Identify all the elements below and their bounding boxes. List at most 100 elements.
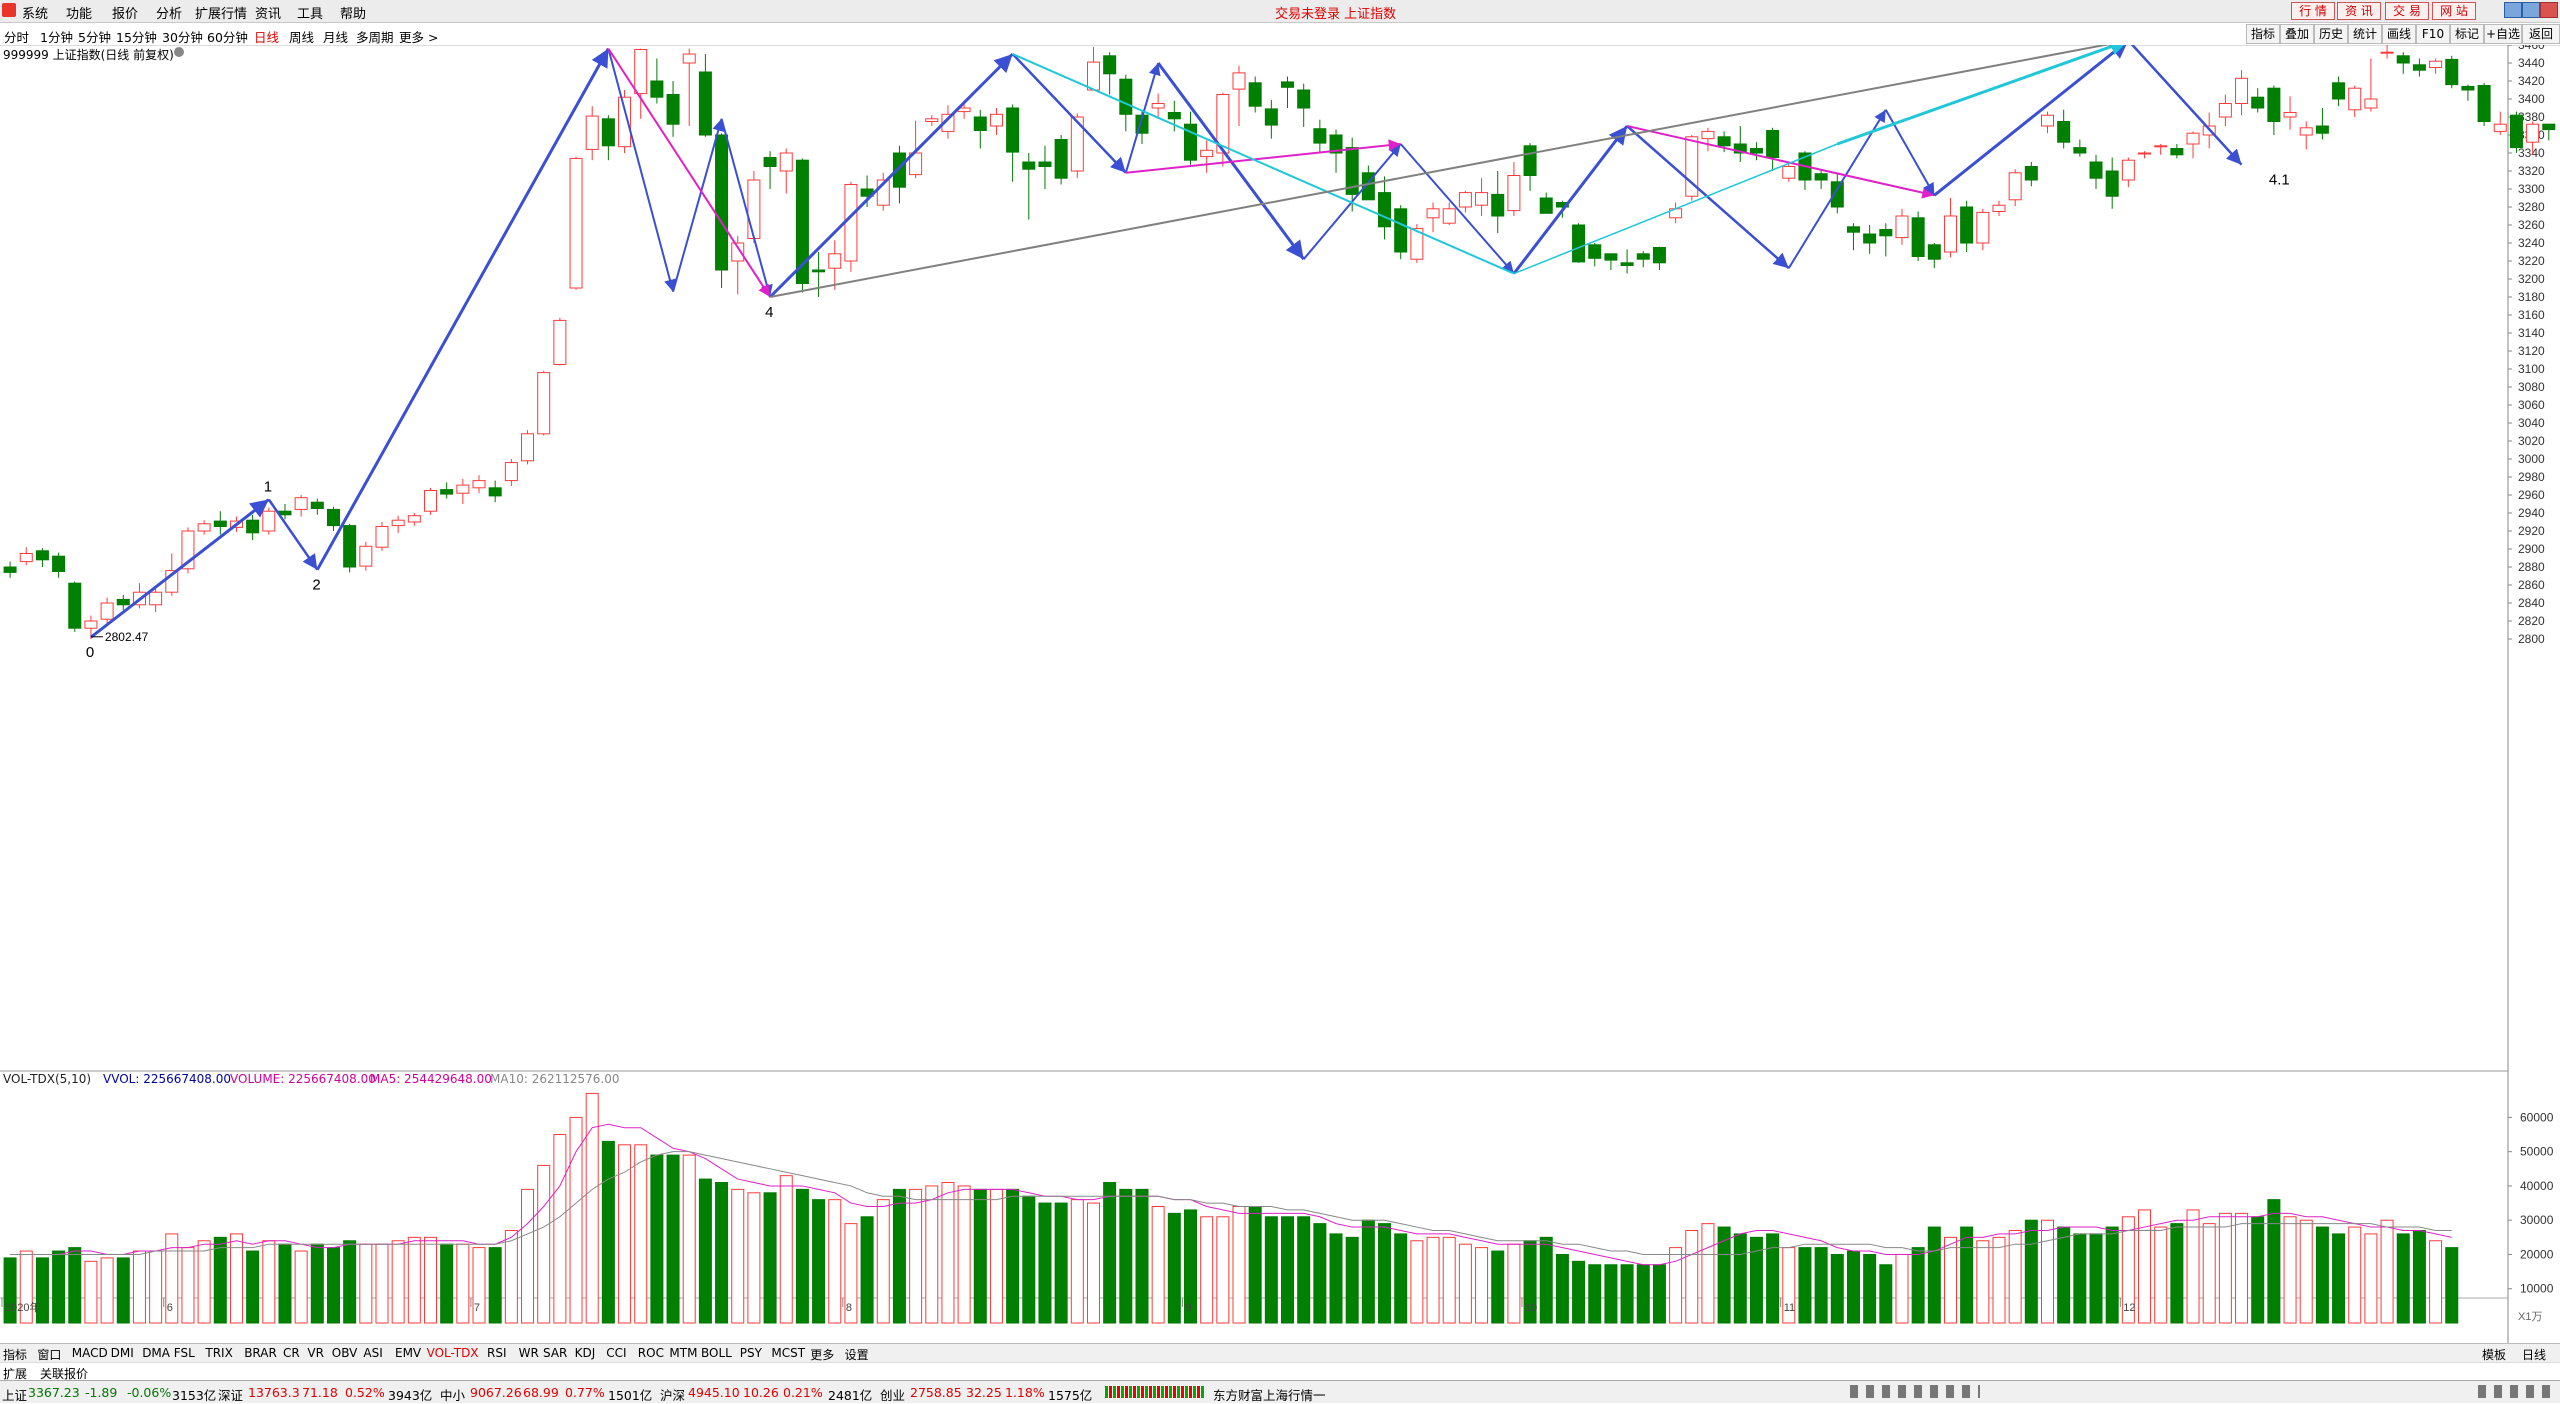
close-button[interactable] — [2540, 2, 2558, 18]
top-nav-button[interactable]: 交 易 — [2385, 2, 2429, 20]
indicator-tab[interactable]: BOLL — [701, 1346, 732, 1360]
indicator-tab[interactable]: SAR — [543, 1346, 567, 1360]
indicator-tab[interactable]: OBV — [332, 1346, 358, 1360]
indicator-tab[interactable]: 指标 — [3, 1346, 27, 1363]
period-tab[interactable]: 60分钟 — [207, 27, 248, 46]
toolbar-button[interactable]: 画线 — [2382, 24, 2416, 44]
toolbar-button[interactable]: 统计 — [2348, 24, 2382, 44]
volume-bar — [197, 1240, 211, 1324]
indicator-tab[interactable]: MTM — [669, 1346, 697, 1360]
indicator-tab[interactable]: ROC — [638, 1346, 664, 1360]
indicator-tab[interactable]: ASI — [363, 1346, 382, 1360]
status-right-icons[interactable] — [2478, 1385, 2556, 1398]
indicator-tab[interactable]: MCST — [771, 1346, 805, 1360]
indicator-tab[interactable]: PSY — [740, 1346, 762, 1360]
period-tab[interactable]: 周线 — [289, 27, 314, 46]
indicator-tab[interactable]: WR — [519, 1346, 539, 1360]
period-tab[interactable]: 多周期 — [356, 27, 394, 46]
indicator-tab[interactable]: CR — [283, 1346, 300, 1360]
status-broker: 东方财富上海行情一 — [1213, 1388, 1326, 1403]
toolbar-button[interactable]: 指标 — [2246, 24, 2280, 44]
toolbar-button[interactable]: 历史 — [2314, 24, 2348, 44]
menu-item[interactable]: 帮助 — [340, 3, 366, 22]
indicator-tab[interactable]: FSL — [174, 1346, 195, 1360]
volume-bar — [2348, 1226, 2362, 1324]
indicator-tab[interactable]: 设置 — [845, 1346, 869, 1363]
indicator-tab[interactable]: CCI — [606, 1346, 626, 1360]
menu-item[interactable]: 分析 — [156, 3, 182, 22]
menu-item[interactable]: 资讯 — [255, 3, 281, 22]
volume-bar — [618, 1144, 632, 1324]
volume-bar — [876, 1199, 890, 1324]
candle — [2493, 123, 2507, 132]
indicator-tab[interactable]: MACD — [72, 1346, 108, 1360]
indicator-tab[interactable]: RSI — [487, 1346, 507, 1360]
app-logo-icon[interactable] — [2, 3, 16, 17]
indicator-tab[interactable]: VR — [307, 1346, 324, 1360]
y-tick-label: 3080 — [2518, 380, 2545, 394]
period-tab[interactable]: 月线 — [323, 27, 348, 46]
status-zx-name[interactable]: 中小 — [440, 1385, 465, 1404]
menu-item[interactable]: 功能 — [66, 3, 92, 22]
toolbar-button[interactable]: 标记 — [2450, 24, 2484, 44]
volume-bar — [1281, 1216, 1295, 1324]
top-nav-button[interactable]: 行 情 — [2291, 2, 2335, 20]
status-sh-chg: -1.89 — [85, 1385, 118, 1400]
indicator-tab[interactable]: DMI — [111, 1346, 134, 1360]
status-sz-name[interactable]: 深证 — [218, 1385, 243, 1404]
volume-bar — [731, 1188, 745, 1324]
volume-bar — [1604, 1264, 1618, 1324]
wave-line — [90, 498, 270, 639]
period-tab[interactable]: 30分钟 — [162, 27, 203, 46]
menu-item[interactable]: 报价 — [112, 3, 138, 22]
indicator-tab[interactable]: TRIX — [205, 1346, 232, 1360]
status-tool-icons[interactable] — [1850, 1385, 1980, 1398]
indicator-tab[interactable]: DMA — [142, 1346, 170, 1360]
volume-bar — [2089, 1233, 2103, 1324]
menu-item[interactable]: 系统 — [22, 3, 48, 22]
candle — [2186, 132, 2200, 145]
indicator-tab[interactable]: 窗口 — [37, 1346, 61, 1363]
top-nav-button[interactable]: 资 讯 — [2337, 2, 2381, 20]
menu-item[interactable]: 工具 — [297, 3, 323, 22]
indicator-tab[interactable]: EMV — [395, 1346, 421, 1360]
status-hs-chg: 10.26 — [743, 1385, 779, 1400]
period-tab[interactable]: 1分钟 — [40, 27, 73, 46]
menu-item[interactable]: 扩展行情 — [195, 3, 247, 22]
candle — [278, 510, 292, 516]
status-cy-name[interactable]: 创业 — [880, 1385, 905, 1404]
toolbar-button[interactable]: 返回 — [2522, 24, 2560, 44]
candle — [1426, 208, 1440, 219]
period-tab[interactable]: 日线 — [254, 27, 279, 46]
top-nav-button[interactable]: 网 站 — [2432, 2, 2476, 20]
candle — [1943, 215, 1957, 253]
indicator-tab[interactable]: VOL-TDX — [427, 1346, 479, 1360]
template-button[interactable]: 模板 — [2482, 1346, 2506, 1363]
period-tab[interactable]: 15分钟 — [116, 27, 157, 46]
maximize-button[interactable] — [2522, 2, 2540, 18]
indicator-tab[interactable]: KDJ — [575, 1346, 596, 1360]
period-tab[interactable]: 分时 — [4, 27, 29, 46]
candle — [68, 582, 82, 629]
indicator-tab[interactable]: BRAR — [244, 1346, 277, 1360]
y-tick-label: 3020 — [2518, 434, 2545, 448]
status-sh-name[interactable]: 上证 — [2, 1385, 27, 1404]
toolbar-button[interactable]: F10 — [2416, 24, 2450, 44]
minimize-button[interactable] — [2504, 2, 2522, 18]
candle — [35, 550, 49, 561]
candle — [2380, 51, 2394, 54]
indicator-tab[interactable]: 更多 — [810, 1346, 834, 1363]
kline-chart[interactable]: 2800282028402860288029002920294029602980… — [0, 45, 2560, 1343]
volume-bar — [2396, 1233, 2410, 1324]
volume-bar — [2412, 1229, 2426, 1324]
candle — [2235, 77, 2249, 104]
candle — [391, 519, 405, 527]
period-tab[interactable]: 5分钟 — [78, 27, 111, 46]
toolbar-button[interactable]: 叠加 — [2280, 24, 2314, 44]
volume-bar — [1960, 1226, 1974, 1324]
toolbar-button[interactable]: +自选 — [2484, 24, 2522, 44]
volume-bar — [1863, 1253, 1877, 1324]
status-hs-name[interactable]: 沪深 — [660, 1385, 685, 1404]
volume-bar — [1507, 1243, 1521, 1324]
period-tab[interactable]: 更多 > — [399, 27, 438, 46]
